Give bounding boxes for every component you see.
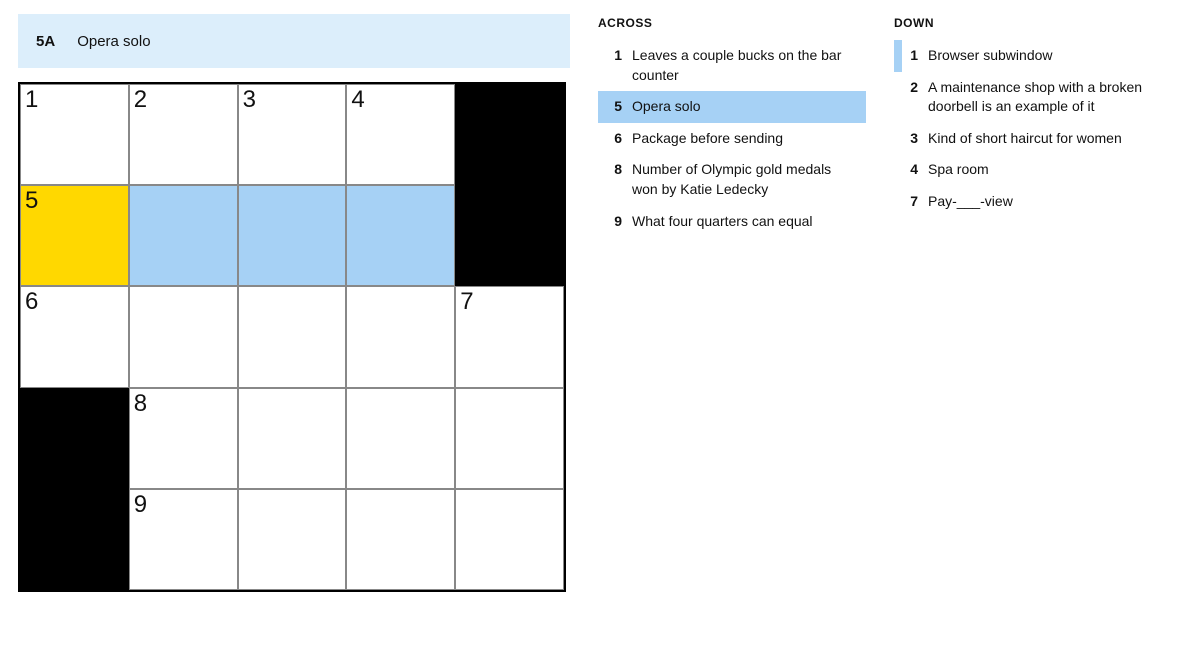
grid-cell[interactable]	[238, 388, 347, 489]
grid-cell[interactable]	[238, 286, 347, 387]
across-clue-list: 1Leaves a couple bucks on the bar counte…	[598, 40, 866, 237]
clue-down-4[interactable]: 4Spa room	[894, 154, 1162, 186]
cell-number: 9	[134, 491, 147, 519]
grid-cell-black	[20, 489, 129, 590]
clue-number: 5	[606, 97, 632, 117]
clue-number: 9	[606, 212, 632, 232]
grid-cell[interactable]	[346, 185, 455, 286]
clue-across-5[interactable]: 5Opera solo	[598, 91, 866, 123]
grid-cell[interactable]: 5	[20, 185, 129, 286]
grid-cell[interactable]: 9	[129, 489, 238, 590]
cell-number: 7	[460, 288, 473, 316]
current-clue-text: Opera solo	[77, 33, 150, 50]
grid-cell-black	[455, 185, 564, 286]
grid-cell[interactable]: 6	[20, 286, 129, 387]
grid-cell-black	[20, 388, 129, 489]
clue-number: 1	[606, 46, 632, 85]
clue-across-1[interactable]: 1Leaves a couple bucks on the bar counte…	[598, 40, 866, 91]
grid-cell[interactable]	[346, 489, 455, 590]
clue-text: Number of Olympic gold medals won by Kat…	[632, 160, 860, 199]
clue-down-2[interactable]: 2A maintenance shop with a broken doorbe…	[894, 72, 1162, 123]
across-heading: ACROSS	[598, 16, 866, 30]
cell-number: 2	[134, 86, 147, 114]
clue-text: Package before sending	[632, 129, 860, 149]
grid-cell[interactable]	[455, 489, 564, 590]
left-panel: 5A Opera solo 1 2 3 4 5 6 7 8 9	[18, 14, 570, 592]
clue-number: 4	[902, 160, 928, 180]
clue-text: Kind of short haircut for women	[928, 129, 1156, 149]
clue-number: 3	[902, 129, 928, 149]
grid-cell[interactable]	[129, 185, 238, 286]
down-heading: DOWN	[894, 16, 1162, 30]
cell-number: 6	[25, 288, 38, 316]
clue-number: 1	[902, 46, 928, 66]
clue-text: Pay-___-view	[928, 192, 1156, 212]
cell-number: 3	[243, 86, 256, 114]
grid-cell[interactable]	[346, 388, 455, 489]
current-clue-number: 5A	[36, 33, 55, 50]
cell-number: 5	[25, 187, 38, 215]
down-clue-list: 1Browser subwindow2A maintenance shop wi…	[894, 40, 1162, 218]
current-clue-bar[interactable]: 5A Opera solo	[18, 14, 570, 68]
clue-number: 7	[902, 192, 928, 212]
clue-text: Spa room	[928, 160, 1156, 180]
clue-columns: ACROSS 1Leaves a couple bucks on the bar…	[598, 14, 1162, 592]
across-column: ACROSS 1Leaves a couple bucks on the bar…	[598, 16, 866, 592]
crossword-grid[interactable]: 1 2 3 4 5 6 7 8 9	[18, 82, 566, 592]
clue-text: What four quarters can equal	[632, 212, 860, 232]
clue-down-1[interactable]: 1Browser subwindow	[894, 40, 1162, 72]
clue-text: Opera solo	[632, 97, 860, 117]
app-container: 5A Opera solo 123456789 ACROSS 1Leaves a…	[0, 0, 1190, 606]
clue-across-6[interactable]: 6Package before sending	[598, 123, 866, 155]
grid-cell[interactable]: 8	[129, 388, 238, 489]
grid-cell[interactable]: 4	[346, 84, 455, 185]
grid-cell[interactable]	[129, 286, 238, 387]
down-column: DOWN 1Browser subwindow2A maintenance sh…	[894, 16, 1162, 592]
clue-across-9[interactable]: 9What four quarters can equal	[598, 206, 866, 238]
clue-number: 6	[606, 129, 632, 149]
grid-cell[interactable]	[238, 489, 347, 590]
cell-number: 4	[351, 86, 364, 114]
clue-across-8[interactable]: 8Number of Olympic gold medals won by Ka…	[598, 154, 866, 205]
grid-cell[interactable]: 2	[129, 84, 238, 185]
cell-number: 8	[134, 390, 147, 418]
clue-text: Browser subwindow	[928, 46, 1156, 66]
grid-cell[interactable]	[455, 388, 564, 489]
clue-text: Leaves a couple bucks on the bar counter	[632, 46, 860, 85]
grid-cell-black	[455, 84, 564, 185]
grid-cell[interactable]	[238, 185, 347, 286]
cell-number: 1	[25, 86, 38, 114]
grid-cell[interactable]: 1	[20, 84, 129, 185]
clue-down-7[interactable]: 7Pay-___-view	[894, 186, 1162, 218]
clue-number: 8	[606, 160, 632, 199]
clue-number: 2	[902, 78, 928, 117]
clue-down-3[interactable]: 3Kind of short haircut for women	[894, 123, 1162, 155]
grid-cell[interactable]: 3	[238, 84, 347, 185]
grid-cell[interactable]: 7	[455, 286, 564, 387]
grid-cell[interactable]	[346, 286, 455, 387]
clue-text: A maintenance shop with a broken doorbel…	[928, 78, 1156, 117]
